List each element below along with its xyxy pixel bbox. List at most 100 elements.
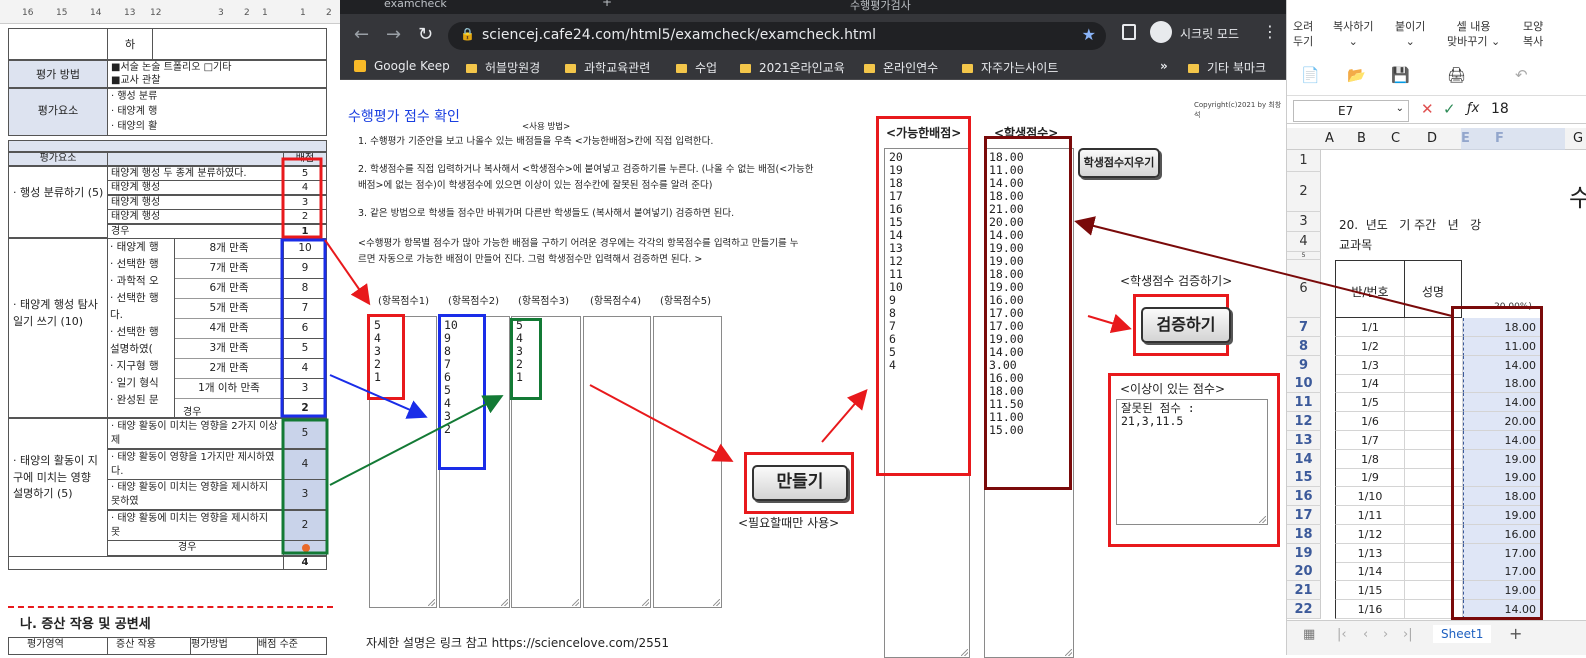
swap-cell-button[interactable]: 셀 내용 맞바꾸기 ⌄ [1447,20,1500,50]
address-bar[interactable]: 🔒 sciencej.cafe24.com/html5/examcheck/ex… [448,22,1106,50]
row-header[interactable]: 9 [1287,355,1321,375]
tab-second[interactable]: 수행평가검사 [850,0,911,13]
next-sheet-icon[interactable]: › [1383,627,1388,642]
open-folder-icon[interactable]: 📂 [1347,66,1366,84]
class-number-cell[interactable]: 1/12 [1335,524,1405,544]
save-icon[interactable]: 💾 [1391,66,1410,84]
cancel-x-icon[interactable]: ✕ [1421,100,1434,118]
column-header[interactable]: B [1357,131,1366,146]
row-header[interactable]: 20 [1287,562,1321,582]
paste-button[interactable]: 붙이기 ⌄ [1395,20,1425,50]
column-header[interactable]: A [1325,131,1334,146]
first-sheet-icon[interactable]: |‹ [1337,627,1347,642]
selected-column-highlight [1461,128,1565,150]
undo-icon[interactable]: ↶ [1515,66,1528,84]
bookmark-folder[interactable]: 과학교육관련 [565,59,650,76]
prev-sheet-icon[interactable]: ‹ [1363,627,1368,642]
last-sheet-icon[interactable]: ›| [1403,627,1413,642]
tab-examcheck[interactable]: examcheck [384,0,447,10]
row-header[interactable]: 7 [1287,318,1321,337]
reading-list-icon[interactable] [1122,24,1136,40]
formula-value[interactable]: 18 [1491,101,1509,117]
row-header[interactable]: 11 [1287,393,1321,413]
bookmark-folder[interactable]: 자주가는사이트 [962,59,1058,76]
ruler[interactable]: 16 15 14 13 12 3 2 1 1 2 [0,0,340,24]
row-header[interactable]: 18 [1287,524,1321,544]
make-button[interactable]: 만들기 [752,465,848,501]
new-doc-icon[interactable]: 📄 [1301,66,1320,84]
class-number-cell[interactable]: 1/4 [1335,374,1405,394]
sheet-tab[interactable]: Sheet1 [1433,625,1492,643]
row-header[interactable]: 14 [1287,449,1321,469]
condition-cell: 6개 만족 [175,279,283,299]
bookmark-folder[interactable]: 허블망원경 [466,59,540,76]
bookmark-folder[interactable]: 온라인연수 [864,59,938,76]
print-icon[interactable]: 🖨 [1447,66,1466,84]
class-number-cell[interactable]: 1/9 [1335,468,1405,488]
function-icon[interactable]: ƒx [1467,101,1479,116]
class-number-cell[interactable]: 1/7 [1335,430,1405,450]
more-bookmarks-icon[interactable]: » [1160,59,1168,73]
error-textarea[interactable]: 잘못된 점수 : 21,3,11.5 [1116,399,1268,525]
reload-icon[interactable]: ↻ [418,24,433,45]
name-box[interactable]: E7 ⌄ [1293,100,1409,122]
add-sheet-icon[interactable]: + [1509,624,1522,643]
row-header[interactable]: 6 [1287,260,1321,318]
row-header[interactable]: 8 [1287,336,1321,356]
item-score-textarea-4[interactable] [583,316,651,608]
forward-arrow-icon[interactable]: → [386,24,401,45]
row-header[interactable]: 12 [1287,412,1321,431]
copy-button[interactable]: 복사하기 ⌄ [1333,20,1373,50]
column-header[interactable]: C [1391,131,1400,146]
class-number-cell[interactable]: 1/10 [1335,487,1405,507]
footer-link[interactable]: 자세한 설명은 링크 참고 https://sciencelove.com/25… [366,634,669,651]
back-arrow-icon[interactable]: ← [354,24,369,45]
item-score-textarea-5[interactable] [653,316,722,608]
row-header[interactable]: 19 [1287,543,1321,563]
new-tab-icon[interactable]: + [602,0,612,9]
class-number-cell[interactable]: 1/16 [1335,600,1405,619]
row-header[interactable]: 21 [1287,581,1321,601]
method-label: 평가 방법 [8,60,108,88]
class-number-cell[interactable]: 1/11 [1335,506,1405,525]
confirm-check-icon[interactable]: ✓ [1443,100,1456,118]
row-header[interactable]: 10 [1287,374,1321,394]
incognito-icon[interactable] [1150,21,1172,43]
class-number-cell[interactable]: 1/5 [1335,393,1405,413]
section2-score: 3 [283,378,327,399]
table-header-score: 배점 [283,152,327,166]
bookmark-folder[interactable]: 2021온라인교육 [740,59,845,76]
bookmark-google-keep[interactable]: Google Keep [354,59,450,73]
class-number-cell[interactable]: 1/13 [1335,543,1405,563]
class-number-cell[interactable]: 1/14 [1335,562,1405,582]
format-painter-button[interactable]: 모양 복사 [1523,20,1543,50]
grid-icon[interactable]: ▦ [1303,627,1315,642]
clear-student-button[interactable]: 학생점수지우기 [1078,148,1160,178]
row-header[interactable]: 15 [1287,468,1321,488]
row-header[interactable]: 16 [1287,487,1321,507]
verify-button[interactable]: 검증하기 [1141,307,1231,343]
class-number-cell[interactable]: 1/6 [1335,412,1405,431]
class-number-cell[interactable]: 1/2 [1335,336,1405,356]
row-header[interactable]: 17 [1287,506,1321,525]
menu-kebab-icon[interactable]: ⋮ [1262,22,1278,41]
bookmark-folder[interactable]: 수업 [676,59,717,76]
row-header[interactable]: 1 [1287,150,1321,172]
cut-button[interactable]: 오려 두기 [1293,20,1313,50]
row-header[interactable]: 4 [1287,232,1321,252]
class-number-cell[interactable]: 1/15 [1335,581,1405,601]
class-number-cell[interactable]: 1/3 [1335,355,1405,375]
row-header[interactable]: 22 [1287,600,1321,619]
class-number-cell[interactable]: 1/1 [1335,318,1405,337]
column-header[interactable]: G [1573,131,1583,146]
header-class-number: 반/번호 [1335,260,1405,318]
row-header[interactable]: 5 [1287,252,1321,260]
bookmark-star-icon[interactable]: ★ [1082,25,1096,44]
row-header[interactable]: 13 [1287,430,1321,450]
row-header[interactable]: 2 [1287,172,1321,212]
row-header[interactable]: 3 [1287,212,1321,232]
incognito-label[interactable]: 시크릿 모드 [1180,25,1239,42]
other-bookmarks[interactable]: 기타 북마크 [1188,59,1266,76]
class-number-cell[interactable]: 1/8 [1335,449,1405,469]
column-header[interactable]: D [1427,131,1437,146]
